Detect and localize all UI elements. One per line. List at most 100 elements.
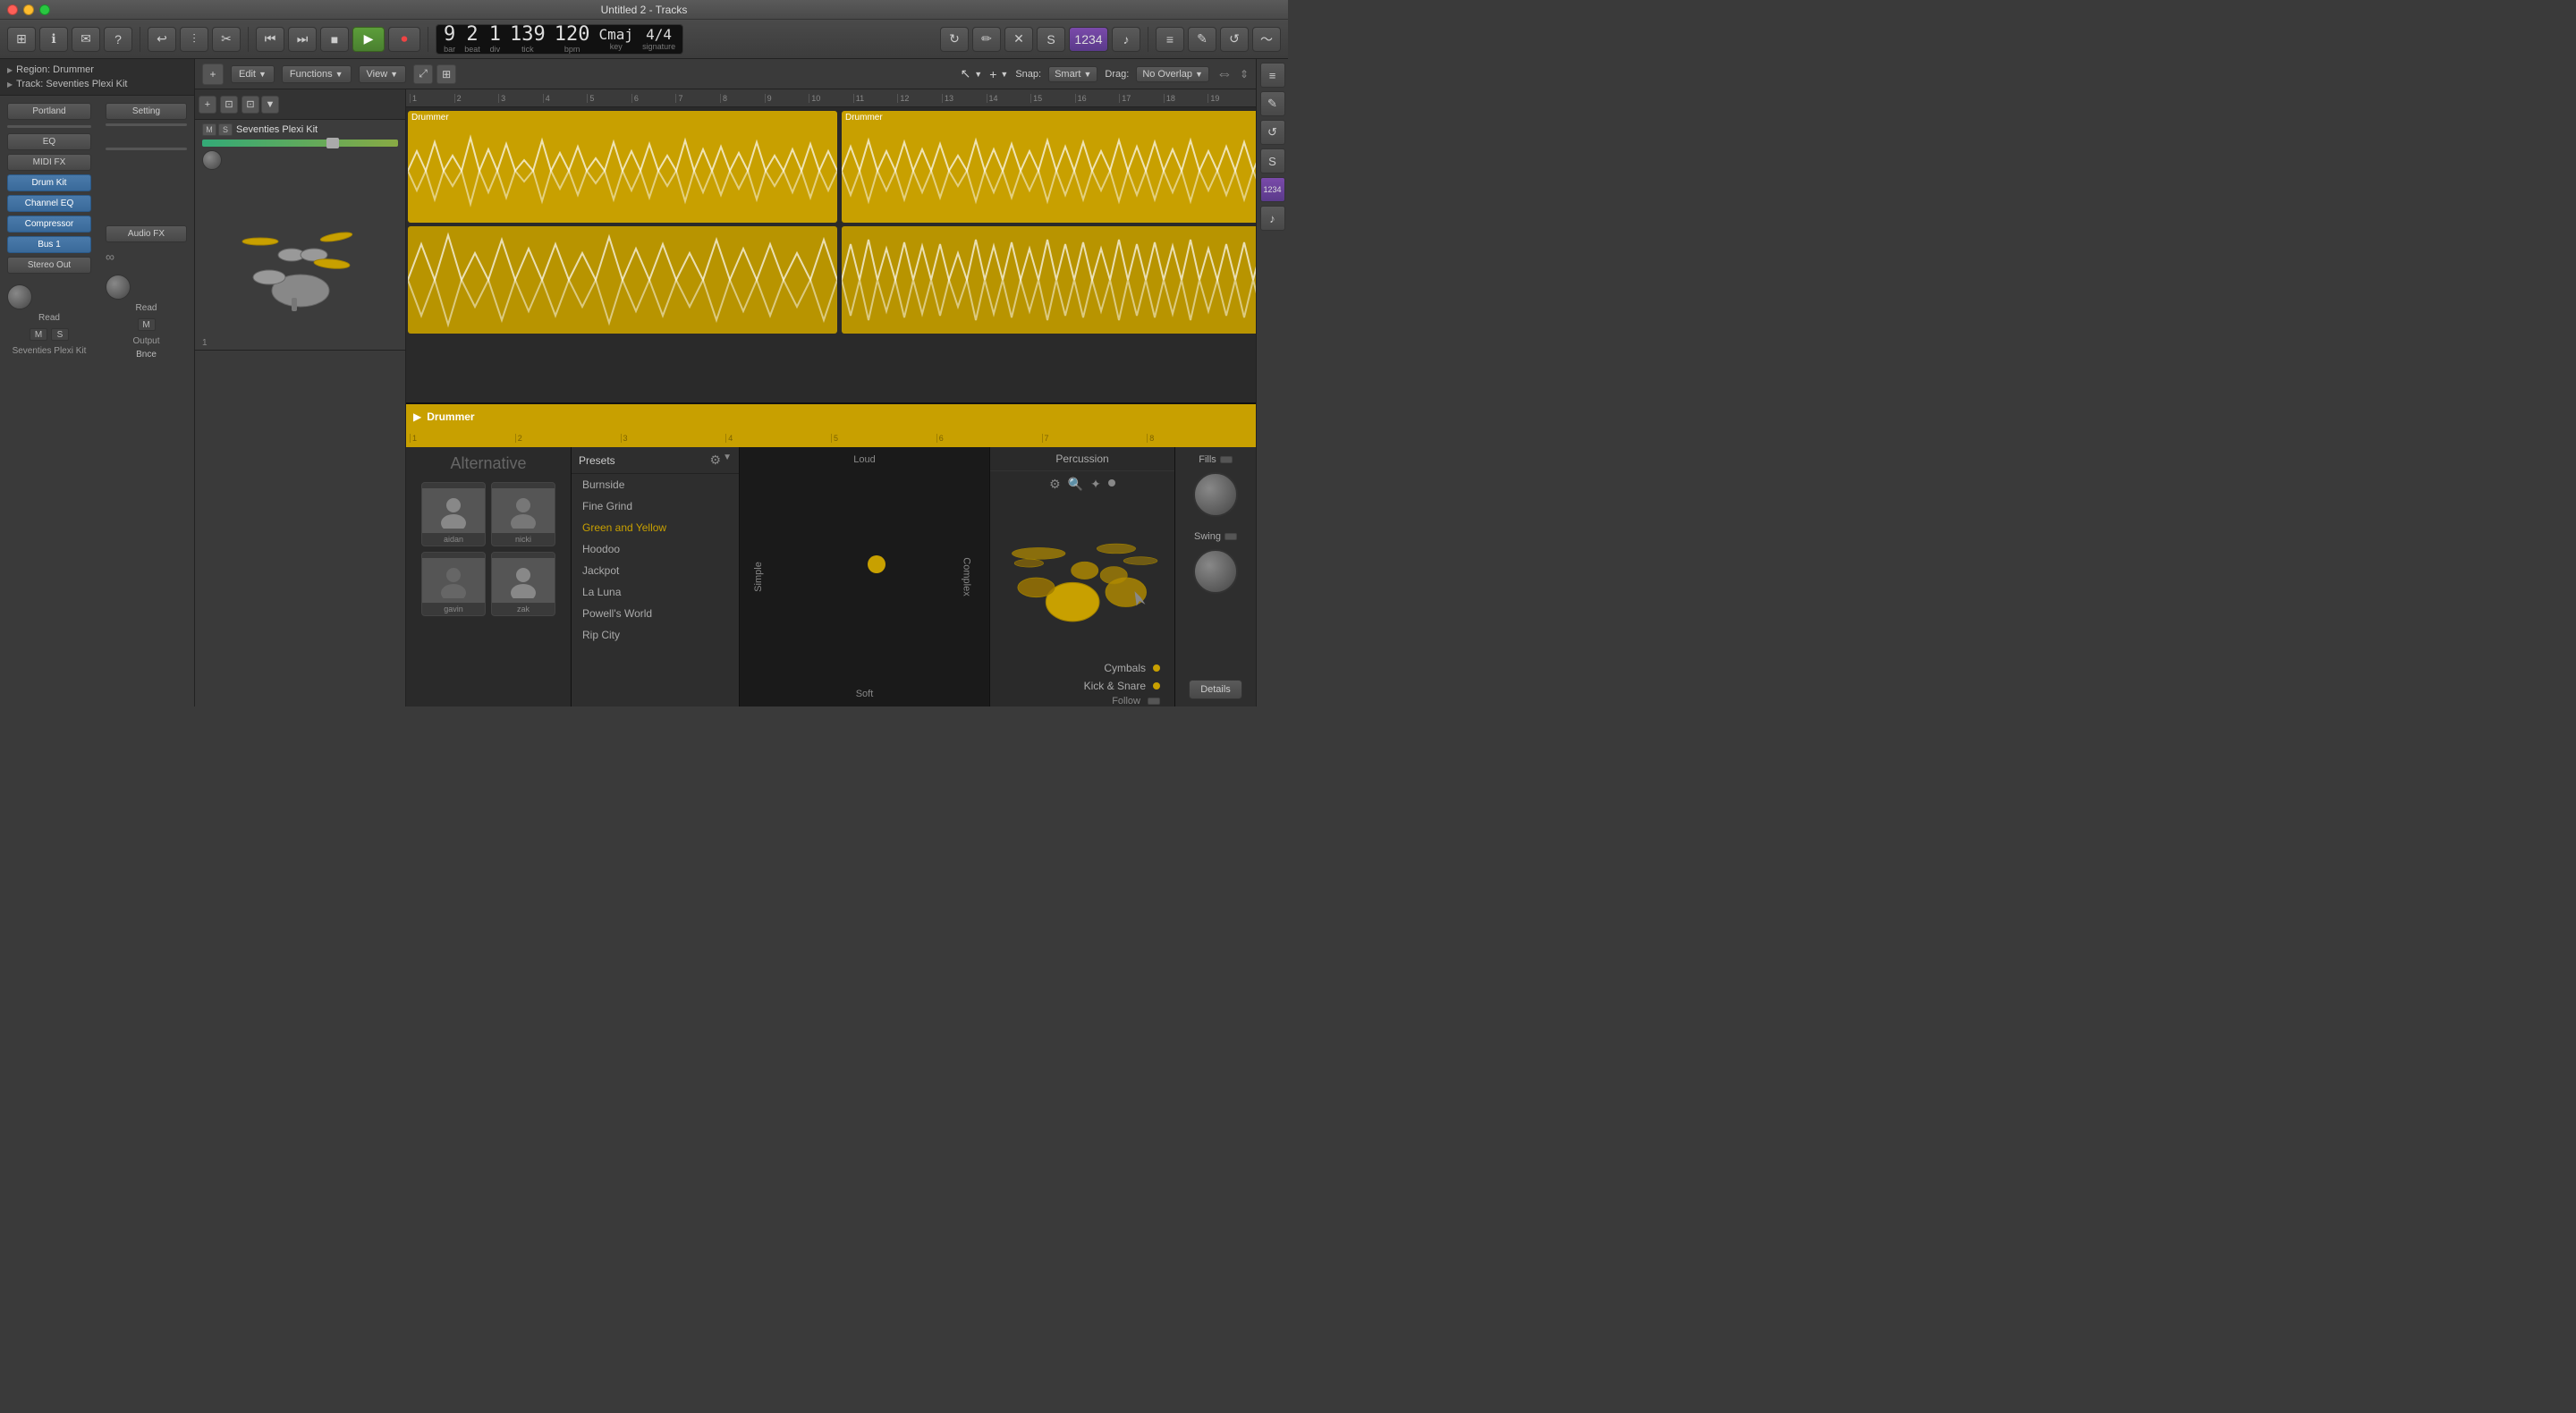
preset-burnside[interactable]: Burnside — [572, 474, 739, 495]
mixer-button[interactable]: ⫶ — [180, 27, 208, 52]
volume-bar[interactable] — [202, 140, 398, 147]
note-button[interactable]: ✉ — [72, 27, 100, 52]
setting-button[interactable]: Setting — [106, 103, 187, 120]
audio-fx-button[interactable]: Audio FX — [106, 225, 187, 242]
number-display-button[interactable]: 1234 — [1069, 27, 1108, 52]
list-button[interactable]: ≡ — [1156, 27, 1184, 52]
drummer-region-2-lower[interactable] — [842, 226, 1256, 334]
edit-menu-button[interactable]: Edit ▼ — [231, 65, 275, 83]
alt-item-nicki[interactable]: nicki — [491, 482, 555, 546]
cancel-button[interactable]: ✕ — [1004, 27, 1033, 52]
track-solo-button[interactable]: S — [218, 123, 233, 136]
preset-jackpot[interactable]: Jackpot — [572, 560, 739, 581]
xy-complex-label: Complex — [961, 557, 971, 596]
alt-item-aidan[interactable]: aidan — [421, 482, 486, 546]
pencil-button[interactable]: ✏ — [972, 27, 1001, 52]
fader-1[interactable] — [7, 125, 91, 128]
close-button[interactable] — [7, 4, 18, 15]
xy-dot[interactable] — [868, 555, 886, 573]
drummer-region-1-lower[interactable] — [408, 226, 837, 334]
expand-button[interactable]: ⤢ — [413, 64, 433, 84]
fader-2[interactable] — [106, 123, 187, 126]
drummer-region-2[interactable]: Drummer — [842, 111, 1256, 223]
swing-checkbox[interactable] — [1224, 533, 1237, 540]
preset-fine-grind[interactable]: Fine Grind — [572, 495, 739, 517]
bus-button[interactable]: Bus 1 — [7, 236, 91, 253]
view-menu-button[interactable]: View ▼ — [359, 65, 407, 83]
details-button[interactable]: Details — [1189, 680, 1242, 699]
right-edit-button[interactable]: ✎ — [1260, 91, 1285, 116]
right-s-button[interactable]: S — [1260, 148, 1285, 173]
track-knob[interactable] — [202, 150, 222, 170]
knob-left[interactable] — [7, 284, 32, 309]
maximize-button[interactable] — [39, 4, 50, 15]
copy-track-button[interactable]: ⊡ — [220, 96, 238, 114]
preset-green-yellow[interactable]: Green and Yellow — [572, 517, 739, 538]
window-title: Untitled 2 - Tracks — [601, 4, 688, 16]
stereo-out-button[interactable]: Stereo Out — [7, 257, 91, 274]
pointer-tool[interactable]: ↖ ▼ — [961, 66, 983, 81]
play-button[interactable]: ▶ — [352, 27, 385, 52]
loop-button[interactable]: ↺ — [1220, 27, 1249, 52]
perc-tool-1[interactable]: ⚙ — [1049, 477, 1061, 492]
minimize-button[interactable] — [23, 4, 34, 15]
swing-knob[interactable] — [1193, 549, 1238, 594]
alt-item-gavin[interactable]: gavin — [421, 552, 486, 616]
preset-hoodoo[interactable]: Hoodoo — [572, 538, 739, 560]
grid-button[interactable]: ⊞ — [436, 64, 456, 84]
fills-knob[interactable] — [1193, 472, 1238, 517]
xy-pad[interactable]: Loud Soft Simple Complex — [740, 447, 990, 706]
info-button[interactable]: ℹ — [39, 27, 68, 52]
cycle-button[interactable]: ↻ — [940, 27, 969, 52]
s-button-left[interactable]: S — [51, 328, 69, 341]
fast-forward-button[interactable]: ⏭ — [288, 27, 317, 52]
alt-item-zak[interactable]: zak — [491, 552, 555, 616]
record-button[interactable]: ⏺ — [388, 27, 420, 52]
note-edit-button[interactable]: ♪ — [1112, 27, 1140, 52]
perc-tool-3[interactable]: ✦ — [1090, 477, 1101, 492]
right-note-button[interactable]: ♪ — [1260, 206, 1285, 231]
preset-powells-world[interactable]: Powell's World — [572, 603, 739, 624]
m-button-right[interactable]: M — [138, 318, 156, 331]
knob-right[interactable] — [106, 275, 131, 300]
scissors-button[interactable]: ✂ — [212, 27, 241, 52]
drum-kit-button[interactable]: Drum Kit — [7, 174, 91, 191]
fills-checkbox[interactable] — [1220, 456, 1233, 463]
rewind-button[interactable]: ⏮ — [256, 27, 284, 52]
perc-tool-2[interactable]: 🔍 — [1068, 477, 1083, 492]
edit-button[interactable]: ✎ — [1188, 27, 1216, 52]
s-button[interactable]: S — [1037, 27, 1065, 52]
add-track-small[interactable]: + — [199, 96, 216, 114]
add-track-button[interactable]: + — [202, 63, 224, 85]
right-loop-button[interactable]: ↺ — [1260, 120, 1285, 145]
drummer-region-1[interactable]: Drummer // Generate waveform bars — [408, 111, 837, 223]
library-button[interactable]: ⊞ — [7, 27, 36, 52]
volume-handle[interactable] — [326, 138, 339, 148]
tracks-header: + Edit ▼ Functions ▼ View ▼ ⤢ ⊞ ↖ ▼ — [195, 59, 1256, 89]
presets-settings-icon[interactable]: ⚙ — [710, 453, 722, 468]
midi-fx-button[interactable]: MIDI FX — [7, 154, 91, 171]
eq-button[interactable]: EQ — [7, 133, 91, 150]
help-button[interactable]: ? — [104, 27, 132, 52]
channel-eq-button[interactable]: Channel EQ — [7, 195, 91, 212]
preset-la-luna[interactable]: La Luna — [572, 581, 739, 603]
snap-select[interactable]: Smart ▼ — [1048, 66, 1097, 82]
drag-select[interactable]: No Overlap ▼ — [1136, 66, 1209, 82]
preset-rip-city[interactable]: Rip City — [572, 624, 739, 646]
functions-menu-button[interactable]: Functions ▼ — [282, 65, 352, 83]
m-button-left[interactable]: M — [30, 328, 47, 341]
track-view-button[interactable]: ▼ — [261, 96, 279, 114]
presets-arrow-icon[interactable]: ▼ — [723, 453, 732, 468]
right-number-button[interactable]: 1234 — [1260, 177, 1285, 202]
undo-button[interactable]: ↩ — [148, 27, 176, 52]
follow-checkbox[interactable] — [1148, 698, 1160, 705]
wave-button[interactable]: 〜 — [1252, 27, 1281, 52]
right-list-button[interactable]: ≡ — [1260, 63, 1285, 88]
stop-button[interactable]: ■ — [320, 27, 349, 52]
window-controls[interactable] — [7, 4, 50, 15]
compressor-button[interactable]: Compressor — [7, 216, 91, 233]
track-mute-button[interactable]: M — [202, 123, 216, 136]
fader-3[interactable] — [106, 148, 187, 150]
portland-button[interactable]: Portland — [7, 103, 91, 120]
track-settings-button[interactable]: ⊡ — [242, 96, 259, 114]
